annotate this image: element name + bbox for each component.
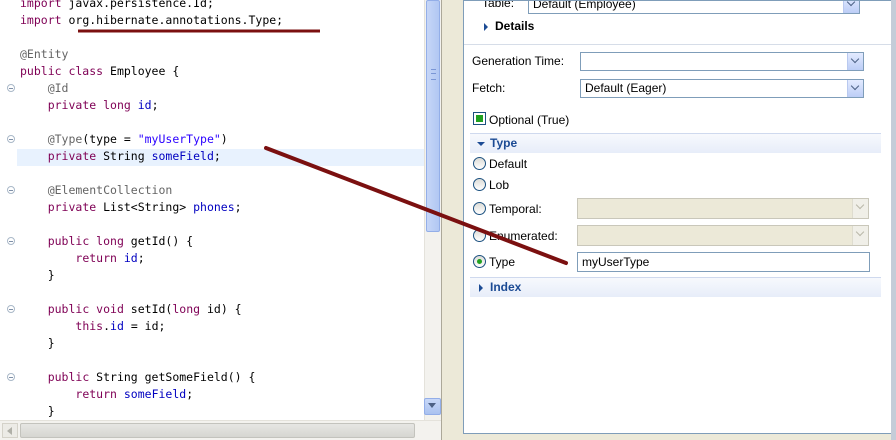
code-line[interactable]: this.id = id; xyxy=(20,318,165,335)
table-combo-value: Default (Employee) xyxy=(533,0,636,11)
chevron-down-icon xyxy=(850,54,860,64)
chevron-down-icon xyxy=(855,200,865,210)
chevron-down-icon xyxy=(855,227,865,237)
generation-time-label: Generation Time: xyxy=(472,54,565,68)
code-line[interactable]: private String someField; xyxy=(20,148,221,165)
radio-lob[interactable] xyxy=(473,178,486,191)
radio-temporal[interactable] xyxy=(473,202,486,215)
enumerated-combo[interactable] xyxy=(577,225,869,246)
code-line[interactable]: public String getSomeField() { xyxy=(20,369,256,386)
details-section-title[interactable]: Details xyxy=(495,19,534,33)
table-combo[interactable]: Default (Employee) xyxy=(528,0,860,14)
index-section-title: Index xyxy=(490,280,522,294)
type-section-header[interactable]: Type xyxy=(470,133,881,153)
code-line[interactable]: @Type(type = "myUserType") xyxy=(20,131,228,148)
chevron-down-icon xyxy=(846,1,856,7)
code-line[interactable]: public class Employee { xyxy=(20,63,179,80)
code-area[interactable]: import javax.persistence.Id; import org.h… xyxy=(0,0,424,420)
optional-checkbox[interactable] xyxy=(473,112,486,125)
fetch-label: Fetch: xyxy=(472,81,506,95)
dropdown-button[interactable] xyxy=(852,199,868,218)
chevron-down-icon xyxy=(850,81,860,91)
code-line[interactable]: @Entity xyxy=(20,46,68,63)
scrollbar-thumb[interactable] xyxy=(426,0,440,232)
horizontal-scrollbar[interactable] xyxy=(0,420,441,440)
radio-type[interactable] xyxy=(473,255,486,268)
radio-default-label: Default xyxy=(489,157,528,171)
code-line[interactable]: public long getId() { xyxy=(20,233,193,250)
code-line[interactable]: } xyxy=(20,403,55,420)
index-section-header[interactable]: Index xyxy=(470,277,881,297)
properties-panel: Table: Default (Employee) Details Genera… xyxy=(459,0,896,440)
temporal-combo[interactable] xyxy=(577,198,869,219)
properties-content: Table: Default (Employee) Details Genera… xyxy=(463,0,893,434)
horizontal-scrollbar-thumb[interactable] xyxy=(20,423,415,438)
radio-enumerated-label: Enumerated: xyxy=(489,229,558,243)
code-line[interactable]: private long id; xyxy=(20,97,159,114)
scroll-left-button[interactable] xyxy=(2,423,18,438)
chevron-left-icon xyxy=(7,427,12,435)
radio-lob-label: Lob xyxy=(489,178,510,192)
radio-temporal-label: Temporal: xyxy=(489,202,542,216)
code-line[interactable]: @ElementCollection xyxy=(20,182,173,199)
fetch-combo[interactable]: Default (Eager) xyxy=(580,79,864,98)
code-line[interactable]: } xyxy=(20,267,55,284)
code-line[interactable]: public void setId(long id) { xyxy=(20,301,242,318)
dropdown-button[interactable] xyxy=(847,53,863,70)
vertical-scrollbar[interactable] xyxy=(424,0,441,420)
radio-default[interactable] xyxy=(473,157,486,170)
dropdown-button[interactable] xyxy=(847,80,863,97)
type-section-title: Type xyxy=(490,136,518,150)
generation-time-combo[interactable] xyxy=(580,52,864,71)
dropdown-button[interactable] xyxy=(843,1,859,13)
table-label: Table: xyxy=(482,0,515,10)
radio-type-label: Type xyxy=(489,255,516,269)
code-line[interactable]: private List<String> phones; xyxy=(20,199,242,216)
dropdown-button[interactable] xyxy=(852,226,868,245)
radio-enumerated[interactable] xyxy=(473,229,486,242)
code-line[interactable]: return id; xyxy=(20,250,144,267)
code-line[interactable]: return someField; xyxy=(20,386,193,403)
code-line[interactable]: @Id xyxy=(20,80,69,97)
expanded-triangle-icon xyxy=(477,142,485,146)
code-line[interactable]: import javax.persistence.Id; xyxy=(20,0,214,12)
code-line[interactable]: } xyxy=(20,335,55,352)
separator xyxy=(464,44,892,45)
collapsed-triangle-icon xyxy=(479,284,483,292)
code-editor[interactable]: import javax.persistence.Id; import org.h… xyxy=(0,0,441,440)
splitter[interactable] xyxy=(441,0,459,440)
type-input[interactable]: myUserType xyxy=(577,252,870,272)
type-input-value: myUserType xyxy=(582,255,650,269)
panel-edge xyxy=(891,0,896,440)
fetch-value: Default (Eager) xyxy=(585,81,667,95)
code-line[interactable]: import org.hibernate.annotations.Type; xyxy=(20,12,283,29)
optional-label: Optional (True) xyxy=(489,113,570,127)
chevron-down-icon xyxy=(428,403,436,408)
collapsed-triangle-icon[interactable] xyxy=(484,23,488,31)
scroll-down-button[interactable] xyxy=(424,398,441,415)
